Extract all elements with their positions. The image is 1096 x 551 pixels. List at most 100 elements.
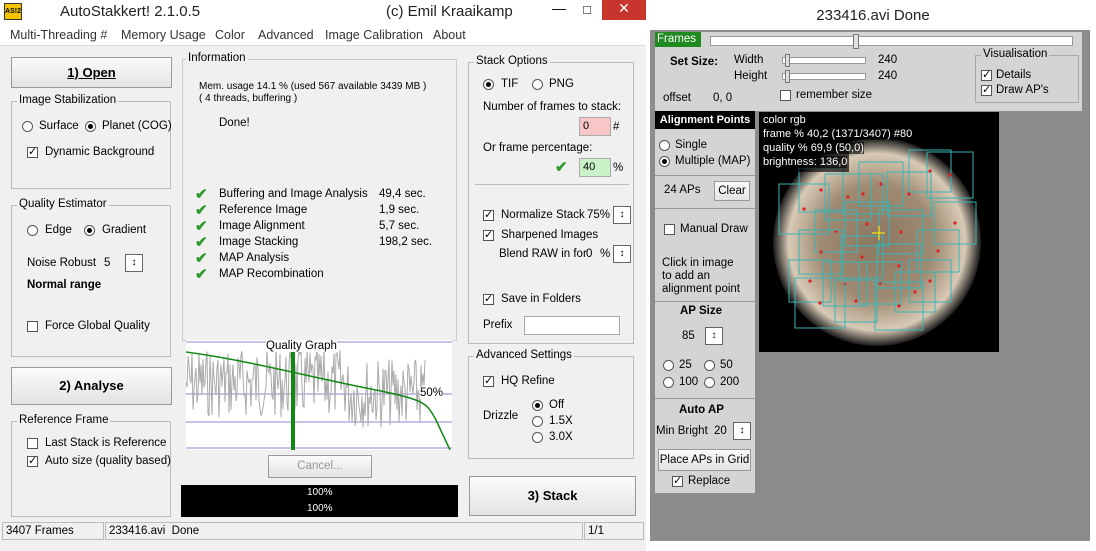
maximize-icon[interactable]: □ (576, 2, 598, 17)
quality-graph-title: Quality Graph (266, 340, 337, 352)
sharpened-images-checkbox[interactable]: ✓ (483, 230, 494, 241)
planet-image-view[interactable]: color rgb frame % 40,2 (1371/3407) #80 q… (759, 112, 999, 352)
progress-area: 100% 100% (181, 485, 458, 517)
ap-size-spinner-icon[interactable]: ↕ (705, 327, 723, 345)
reference-frame-group: Reference Frame Last Stack is Reference … (11, 414, 171, 517)
ap-single-label: Single (675, 139, 707, 151)
group-title: Image Stabilization (17, 94, 119, 106)
ap-size-50-radio[interactable] (704, 360, 715, 371)
hq-refine-checkbox[interactable]: ✓ (483, 376, 494, 387)
gradient-radio[interactable] (84, 225, 95, 236)
remember-size-checkbox[interactable] (780, 90, 791, 101)
dynamic-background-checkbox[interactable]: ✓ (27, 147, 38, 158)
ap-size-100-radio[interactable] (663, 377, 674, 388)
drizzle-off-radio[interactable] (532, 400, 543, 411)
edge-radio[interactable] (27, 225, 38, 236)
group-title: Stack Options (474, 55, 550, 67)
ap-hint-line1: Click in image (662, 257, 734, 269)
save-in-folders-checkbox[interactable]: ✓ (483, 294, 494, 305)
ap-size-100-label: 100 (679, 376, 699, 388)
width-slider[interactable] (782, 54, 866, 67)
autostakkert-main-window: AS!2 AutoStakkert! 2.1.0.5 (c) Emil Kraa… (0, 0, 646, 551)
draw-aps-checkbox[interactable]: ✓ (981, 85, 992, 96)
menu-multithreading[interactable]: Multi-Threading # (10, 28, 107, 42)
visualisation-group: Visualisation ✓ Details ✓ Draw AP's (975, 48, 1079, 103)
progress-top-text: 100% (307, 487, 333, 498)
divider (655, 301, 755, 302)
ap-dot (936, 249, 940, 253)
surface-label: Surface (39, 120, 79, 132)
surface-radio[interactable] (22, 121, 33, 132)
min-bright-spinner-icon[interactable]: ↕ (733, 422, 751, 440)
menu-advanced[interactable]: Advanced (258, 28, 314, 42)
step-label: Image Alignment (219, 220, 305, 232)
menu-about[interactable]: About (433, 28, 466, 42)
step-time: 198,2 sec. (379, 236, 433, 248)
ap-multiple-radio[interactable] (659, 156, 670, 167)
auto-size-checkbox[interactable]: ✓ (27, 456, 38, 467)
blend-raw-unit: % (600, 248, 611, 260)
height-slider-thumb[interactable] (785, 70, 790, 83)
frames-label: Frames (655, 32, 701, 47)
width-slider-thumb[interactable] (785, 54, 790, 67)
ap-dot (913, 290, 917, 294)
clear-aps-button[interactable]: Clear (714, 181, 750, 201)
prefix-input[interactable] (524, 316, 620, 335)
menu-image-calibration[interactable]: Image Calibration (325, 28, 423, 42)
normalize-stack-checkbox[interactable]: ✓ (483, 210, 494, 221)
ap-single-radio[interactable] (659, 140, 670, 151)
place-aps-in-grid-button[interactable]: Place APs in Grid (658, 449, 751, 471)
close-icon[interactable]: ✕ (602, 0, 646, 20)
drizzle-30-radio[interactable] (532, 432, 543, 443)
noise-robust-label: Noise Robust (27, 257, 97, 269)
details-checkbox[interactable]: ✓ (981, 70, 992, 81)
noise-robust-spinner-icon[interactable]: ↕ (125, 254, 143, 272)
open-button[interactable]: 1) Open (11, 57, 172, 88)
tif-radio[interactable] (483, 79, 494, 90)
place-aps-label: Place APs in Grid (659, 454, 750, 466)
png-radio[interactable] (532, 79, 543, 90)
quality-percent-label: 50% (420, 387, 444, 399)
analyse-button[interactable]: 2) Analyse (11, 367, 172, 405)
gradient-label: Gradient (102, 224, 147, 236)
blend-spinner-icon[interactable]: ↕ (613, 245, 631, 263)
ap-size-200-radio[interactable] (704, 377, 715, 388)
width-label: Width (734, 54, 764, 66)
menu-bar: Multi-Threading # Memory Usage Color Adv… (0, 24, 646, 46)
set-size-label: Set Size: (670, 56, 718, 68)
png-label: PNG (549, 78, 574, 90)
drizzle-15-radio[interactable] (532, 416, 543, 427)
manual-draw-checkbox[interactable] (664, 224, 675, 235)
min-bright-value: 20 (714, 425, 727, 437)
stack-options-group: Stack Options TIF PNG Number of frames t… (468, 55, 634, 344)
menu-color[interactable]: Color (215, 28, 245, 42)
frames-slider[interactable] (710, 34, 1073, 49)
minimize-icon[interactable]: — (546, 0, 572, 16)
last-stack-reference-checkbox[interactable] (27, 438, 38, 449)
ap-dot (808, 279, 812, 283)
cancel-button[interactable]: Cancel... (268, 455, 372, 478)
quality-cursor[interactable] (291, 346, 295, 450)
frames-to-stack-input[interactable]: 0 (579, 117, 611, 136)
quality-graph: Quality Graph 50% (185, 340, 452, 451)
planet-radio[interactable] (85, 121, 96, 132)
normalize-spinner-icon[interactable]: ↕ (613, 206, 631, 224)
height-slider[interactable] (782, 70, 866, 83)
information-group: Information Mem. usage 14.1 % (used 567 … (182, 52, 457, 341)
offset-value: 0, 0 (713, 92, 733, 104)
ap-dot (846, 195, 850, 199)
replace-checkbox[interactable]: ✓ (672, 476, 683, 487)
menu-memory-usage[interactable]: Memory Usage (121, 28, 206, 42)
min-bright-label: Min Bright (656, 425, 708, 437)
status-file-text: 233416.avi (109, 525, 166, 537)
ap-dot (819, 188, 823, 192)
stack-button[interactable]: 3) Stack (469, 476, 636, 516)
height-label: Height (734, 70, 768, 82)
force-global-quality-checkbox[interactable] (27, 321, 38, 332)
frames-slider-thumb[interactable] (853, 34, 859, 49)
ap-dot (879, 182, 883, 186)
frame-percentage-input[interactable]: 40 (579, 158, 611, 177)
noise-range-label: Normal range (27, 279, 102, 291)
ap-size-25-radio[interactable] (663, 360, 674, 371)
save-in-folders-label: Save in Folders (501, 293, 581, 305)
